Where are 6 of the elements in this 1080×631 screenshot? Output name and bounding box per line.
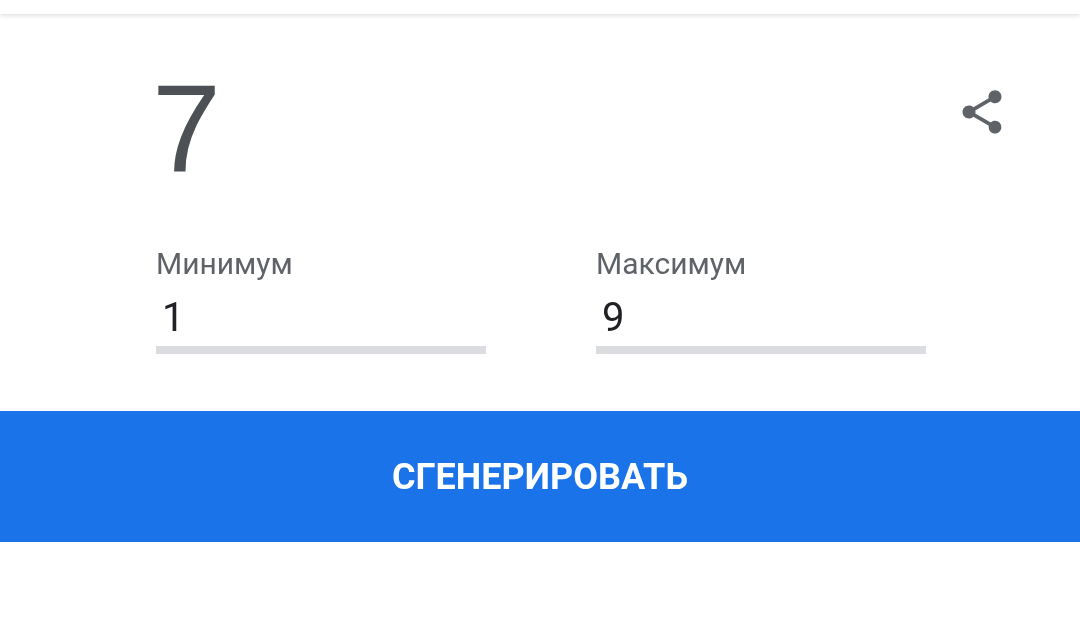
input-field[interactable]: 1 bbox=[156, 296, 486, 354]
result-number: 7 bbox=[152, 66, 221, 190]
generate-button[interactable]: СГЕНЕРИРОВАТЬ bbox=[0, 411, 1080, 542]
field-label: Минимум bbox=[156, 246, 293, 282]
input-field[interactable]: 9 bbox=[596, 296, 926, 354]
field-label: Максимум bbox=[596, 246, 747, 282]
